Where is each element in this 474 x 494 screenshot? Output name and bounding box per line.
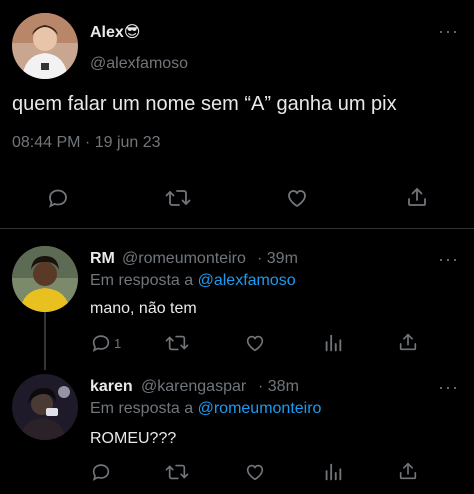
- author-name[interactable]: Alex😎: [90, 22, 140, 42]
- reply-icon: [92, 335, 110, 352]
- heart-icon: [288, 190, 306, 207]
- thread-line: [44, 312, 46, 370]
- tweet-text: quem falar um nome sem “A” ganha um pix: [12, 93, 397, 115]
- share-button[interactable]: [405, 185, 429, 209]
- main-tweet: Alex😎 @alexfamoso ··· quem falar um nome…: [0, 0, 474, 229]
- like-button[interactable]: [285, 186, 309, 210]
- share-button[interactable]: [397, 331, 419, 353]
- views-icon: [325, 463, 342, 481]
- retweet-button[interactable]: [165, 186, 191, 210]
- like-button[interactable]: [244, 461, 266, 483]
- more-options-icon[interactable]: ···: [438, 22, 459, 40]
- reply-text: mano, não tem: [90, 300, 197, 317]
- sunglasses-emoji: 😎: [123, 24, 141, 41]
- avatar[interactable]: [12, 13, 78, 79]
- reply-button[interactable]: [46, 186, 70, 210]
- mention-link[interactable]: @alexfamoso: [198, 272, 296, 289]
- more-options-icon[interactable]: ···: [438, 378, 459, 396]
- mention-link[interactable]: @romeumonteiro: [198, 400, 322, 417]
- avatar[interactable]: [12, 246, 78, 312]
- retweet-icon: [165, 190, 191, 206]
- retweet-button[interactable]: [165, 332, 189, 354]
- views-button[interactable]: [322, 461, 344, 483]
- retweet-icon: [165, 335, 189, 351]
- reply-text: ROMEU???: [90, 430, 177, 447]
- reply-time[interactable]: · 39m: [257, 250, 298, 268]
- retweet-icon: [165, 464, 189, 480]
- reply-icon: [49, 189, 67, 208]
- reply-count: 1: [114, 335, 122, 351]
- retweet-button[interactable]: [165, 461, 189, 483]
- author-handle[interactable]: @karengaspar: [141, 378, 246, 396]
- author-handle[interactable]: @alexfamoso: [90, 55, 188, 73]
- reply-button[interactable]: [90, 461, 112, 483]
- heart-icon: [246, 335, 264, 352]
- reply-tweet: RM @romeumonteiro · 39m ··· Em resposta …: [0, 230, 474, 370]
- author-handle[interactable]: @romeumonteiro: [122, 250, 246, 268]
- reply-button[interactable]: 1: [90, 332, 121, 354]
- share-button[interactable]: [397, 460, 419, 482]
- like-button[interactable]: [244, 332, 266, 354]
- reply-icon: [92, 464, 110, 481]
- reply-tweet: karen @karengaspar · 38m ··· Em resposta…: [0, 366, 474, 494]
- avatar[interactable]: [12, 374, 78, 440]
- share-icon: [399, 462, 417, 480]
- reply-context: Em resposta a @alexfamoso: [90, 272, 296, 289]
- views-icon: [325, 334, 342, 352]
- reply-context: Em resposta a @romeumonteiro: [90, 400, 322, 417]
- more-options-icon[interactable]: ···: [438, 250, 459, 268]
- heart-icon: [246, 464, 264, 481]
- author-name[interactable]: karen: [90, 378, 133, 396]
- views-button[interactable]: [322, 332, 344, 354]
- author-name[interactable]: RM: [90, 250, 115, 268]
- tweet-timestamp[interactable]: 08:44 PM · 19 jun 23: [12, 134, 161, 152]
- share-icon: [399, 333, 417, 351]
- reply-time[interactable]: · 38m: [258, 378, 299, 396]
- share-icon: [408, 188, 426, 206]
